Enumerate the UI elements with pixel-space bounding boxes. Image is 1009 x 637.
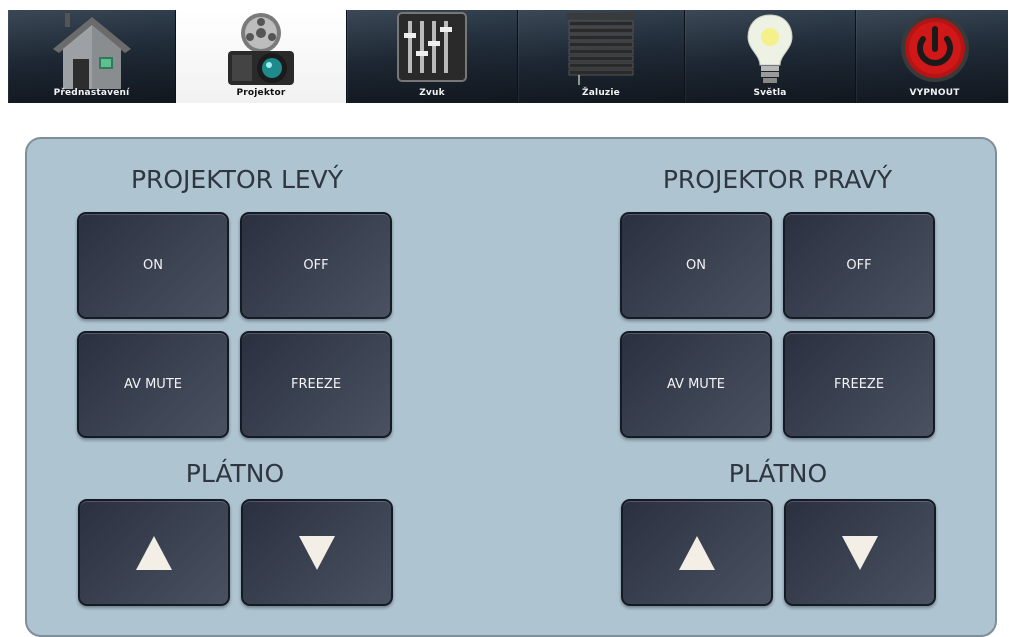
right-freeze-button[interactable]: FREEZE bbox=[783, 331, 935, 438]
nav-item-prednastaveni[interactable]: Přednastavení bbox=[8, 10, 176, 103]
nav-label: VYPNOUT bbox=[909, 88, 960, 98]
left-off-button[interactable]: OFF bbox=[240, 212, 392, 319]
nav-label: Projektor bbox=[236, 88, 286, 98]
left-on-button[interactable]: ON bbox=[77, 212, 229, 319]
nav-item-zvuk[interactable]: Zvuk bbox=[347, 10, 518, 103]
nav-item-svetla[interactable]: Světla bbox=[685, 10, 856, 103]
nav-label: Přednastavení bbox=[53, 88, 130, 98]
arrow-down-icon bbox=[299, 535, 335, 570]
right-on-button[interactable]: ON bbox=[620, 212, 772, 319]
projector-icon bbox=[228, 13, 294, 85]
arrow-up-icon bbox=[136, 535, 172, 570]
left-freeze-button[interactable]: FREEZE bbox=[240, 331, 392, 438]
nav-item-zaluzie[interactable]: Žaluzie bbox=[518, 10, 685, 103]
left-projector-title: PROJEKTOR LEVÝ bbox=[130, 165, 344, 194]
left-screen-down-button[interactable] bbox=[241, 499, 393, 606]
nav-item-vypnout[interactable]: VYPNOUT bbox=[856, 10, 1009, 103]
nav-label: Zvuk bbox=[419, 88, 445, 98]
audio-mixer-icon bbox=[397, 12, 467, 82]
right-off-button[interactable]: OFF bbox=[783, 212, 935, 319]
left-screen-title: PLÁTNO bbox=[185, 459, 285, 488]
right-screen-title: PLÁTNO bbox=[728, 459, 828, 488]
top-navigation-bar: Přednastavení Projektor Zvuk Žaluzie Svě… bbox=[8, 10, 1009, 103]
right-projector-title: PROJEKTOR PRAVÝ bbox=[662, 165, 893, 194]
arrow-down-icon bbox=[842, 535, 878, 570]
nav-label: Žaluzie bbox=[582, 88, 620, 98]
nav-item-projektor[interactable]: Projektor bbox=[176, 10, 347, 103]
left-av-mute-button[interactable]: AV MUTE bbox=[77, 331, 229, 438]
right-screen-down-button[interactable] bbox=[784, 499, 936, 606]
right-screen-up-button[interactable] bbox=[621, 499, 773, 606]
right-av-mute-button[interactable]: AV MUTE bbox=[620, 331, 772, 438]
arrow-up-icon bbox=[679, 535, 715, 570]
nav-label: Světla bbox=[753, 88, 787, 98]
blinds-icon bbox=[567, 13, 635, 85]
power-icon bbox=[900, 14, 969, 82]
left-screen-up-button[interactable] bbox=[78, 499, 230, 606]
projector-control-panel: PROJEKTOR LEVÝ ON OFF AV MUTE FREEZE PLÁ… bbox=[25, 137, 997, 637]
light-bulb-icon bbox=[747, 14, 793, 83]
house-icon bbox=[52, 13, 131, 89]
